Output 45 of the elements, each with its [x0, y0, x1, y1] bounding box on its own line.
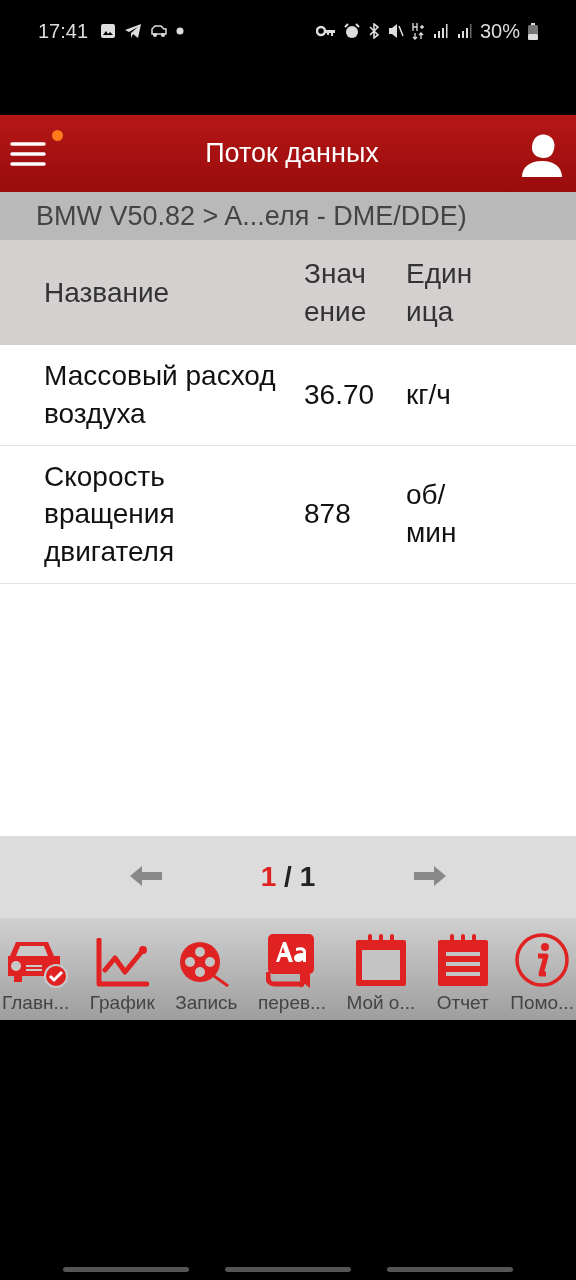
- nav-tab[interactable]: Мой о...: [346, 918, 416, 1020]
- mute-icon: [387, 23, 404, 39]
- clock: 17:41: [38, 19, 89, 43]
- column-header: Название: [43, 275, 171, 310]
- nav-tab[interactable]: Главн...: [2, 918, 70, 1020]
- signal-icon: [431, 23, 448, 39]
- nav-tab[interactable]: График: [89, 918, 155, 1020]
- previous-button[interactable]: [130, 865, 162, 889]
- send-icon: [124, 23, 143, 39]
- right-arrow-icon: [414, 865, 446, 886]
- nav-tab[interactable]: Отчет: [435, 918, 490, 1020]
- calendar-icon: [353, 934, 408, 988]
- current-page: 1: [260, 861, 277, 892]
- nav-tab[interactable]: Помо...: [510, 918, 574, 1020]
- left-arrow-icon: [130, 865, 162, 886]
- menu-button[interactable]: [10, 140, 46, 167]
- alarm-icon: [343, 23, 360, 39]
- battery-percent: 30%: [479, 19, 520, 43]
- signal-icon: [455, 23, 472, 39]
- table-cell-text: кг/ч: [406, 377, 452, 412]
- table-cell-text: об/ мин: [406, 478, 458, 551]
- table-cell-text: 36.70: [304, 377, 376, 412]
- nav-tab[interactable]: Запись: [175, 918, 238, 1020]
- menu-icon: [10, 140, 46, 167]
- chart-icon: [95, 938, 150, 988]
- key-icon: [315, 25, 336, 37]
- column-header: Значение: [304, 256, 368, 329]
- column-header: Единица: [406, 256, 474, 329]
- table-cell-text: Массовый расход воздуха: [43, 359, 277, 431]
- notepad-icon: [435, 934, 490, 988]
- table-cell-text: 878: [304, 497, 352, 532]
- data-icon: [411, 22, 424, 40]
- nav-tab[interactable]: перев...: [258, 918, 326, 1020]
- table-cell-text: Скорость вращения двигателя: [43, 459, 176, 570]
- page-separator: /: [284, 861, 292, 892]
- car-icon: [150, 24, 169, 38]
- next-button[interactable]: [414, 865, 446, 889]
- image-icon: [100, 23, 117, 39]
- total-pages: 1: [299, 861, 316, 892]
- bluetooth-icon: [367, 23, 380, 39]
- dot-icon: [176, 27, 185, 35]
- battery-icon: [528, 22, 538, 40]
- screen-title: Поток данных: [204, 138, 380, 169]
- info-icon: [514, 932, 571, 988]
- breadcrumb: BMW V50.82 > A...еля - DME/DDE): [36, 200, 467, 232]
